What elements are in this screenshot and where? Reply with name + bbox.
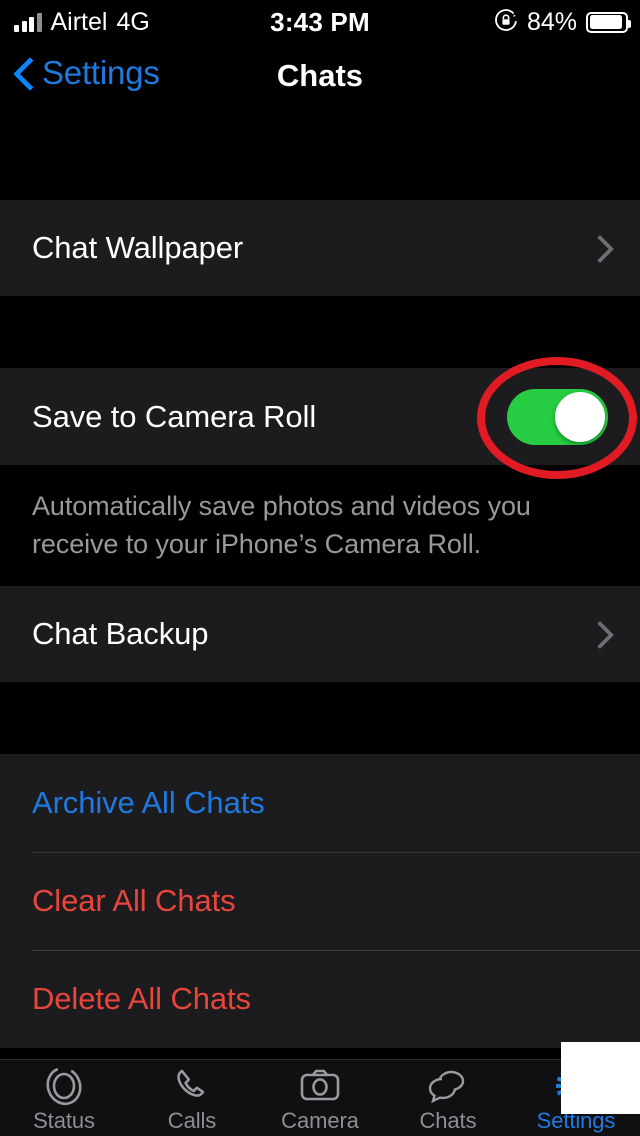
backup-group: Chat Backup [0,585,640,682]
status-bar: Airtel 4G 3:43 PM 84% [0,0,640,44]
row-chat-wallpaper[interactable]: Chat Wallpaper [0,200,640,296]
save-to-camera-roll-toggle[interactable] [507,388,608,445]
battery-percent-label: 84% [526,7,577,36]
archive-all-chats-label: Archive All Chats [32,784,265,820]
tab-calls-label: Calls [167,1108,217,1133]
delete-all-chats-label: Delete All Chats [32,980,251,1016]
chat-wallpaper-label: Chat Wallpaper [32,230,244,265]
battery-icon [586,11,631,33]
tab-camera[interactable]: Camera [256,1060,384,1136]
phone-icon [171,1066,213,1106]
tab-camera-label: Camera [281,1108,359,1133]
chevron-right-icon [585,620,615,649]
tab-bar: Status Calls Camera Chats Settings [0,1059,640,1136]
page-title: Chats [276,58,364,93]
camera-roll-footer-text: Automatically save photos and videos you… [0,465,640,586]
tab-status[interactable]: Status [0,1060,128,1136]
chevron-right-icon [585,234,615,264]
status-bar-right: 84% [494,7,631,37]
speech-bubbles-icon [425,1066,471,1106]
save-to-camera-roll-label: Save to Camera Roll [32,398,317,434]
section-gap-2 [0,681,640,754]
row-archive-all-chats[interactable]: Archive All Chats [0,753,640,852]
status-rings-icon [42,1066,86,1106]
settings-list: Chat Wallpaper Save to Camera Roll Autom… [0,126,640,1060]
chat-backup-label: Chat Backup [32,615,209,651]
camera-roll-group: Save to Camera Roll [0,368,640,465]
section-gap-top [0,126,640,200]
phone-screen: Airtel 4G 3:43 PM 84% Settings Chats Cha… [0,0,640,1136]
tab-calls[interactable]: Calls [128,1060,256,1136]
tab-chats[interactable]: Chats [384,1060,512,1136]
camera-icon [298,1066,342,1106]
rotation-lock-icon [494,8,518,37]
row-save-to-camera-roll[interactable]: Save to Camera Roll [0,368,640,465]
clear-all-chats-label: Clear All Chats [32,882,236,918]
row-delete-all-chats[interactable]: Delete All Chats [0,949,640,1048]
wallpaper-group: Chat Wallpaper [0,200,640,296]
row-chat-backup[interactable]: Chat Backup [0,585,640,682]
tab-chats-label: Chats [419,1108,477,1133]
section-gap-1 [0,296,640,368]
toggle-knob [555,391,605,442]
redaction-overlay [561,1042,640,1114]
actions-group: Archive All Chats Clear All Chats Delete… [0,753,640,1048]
tab-status-label: Status [33,1108,95,1133]
navigation-bar: Settings Chats [0,44,640,126]
row-clear-all-chats[interactable]: Clear All Chats [0,851,640,950]
